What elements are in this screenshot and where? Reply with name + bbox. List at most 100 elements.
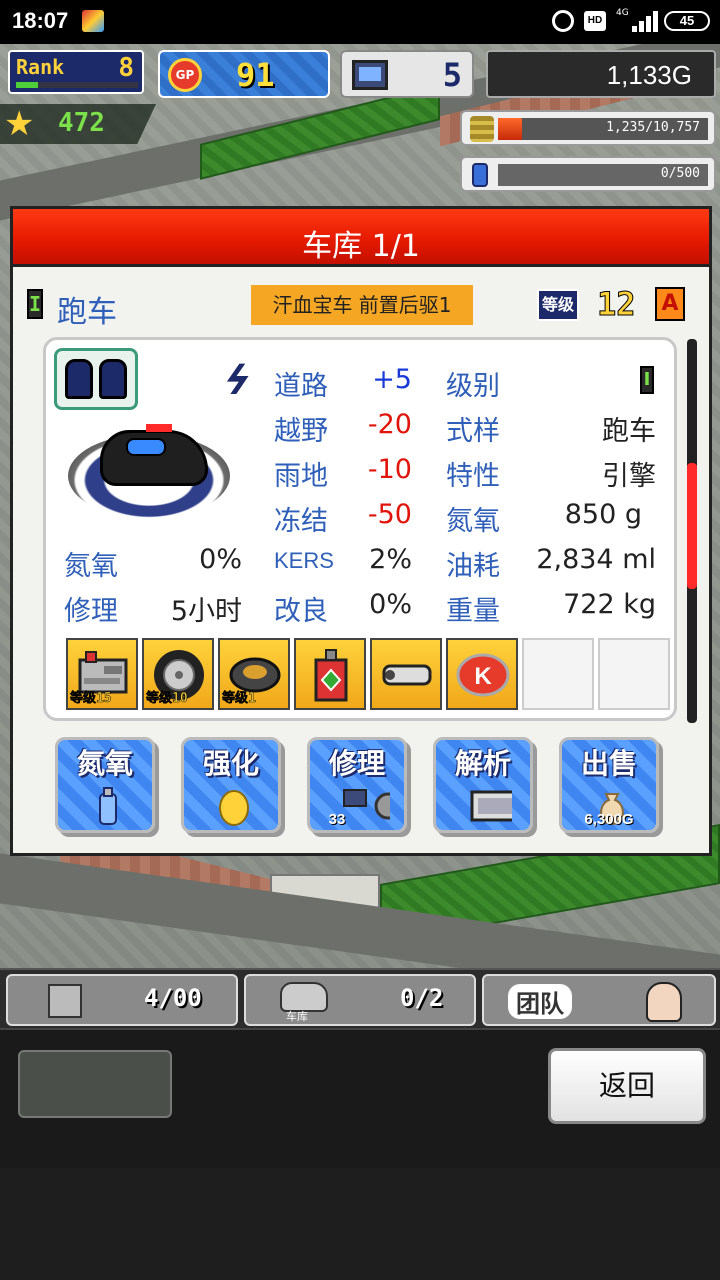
kers-label: KERS: [274, 548, 334, 573]
gp-value: 91: [236, 56, 275, 94]
car-image: [68, 424, 234, 524]
improve-value: 0%: [369, 589, 412, 620]
freeze-value: -50: [367, 499, 412, 530]
dialog-titlebar: 车库 1/1: [13, 209, 709, 267]
crate-icon: [48, 984, 82, 1018]
hd-icon: HD: [584, 11, 606, 31]
computer-icon: [352, 60, 388, 90]
battery-icon: 45: [664, 11, 710, 31]
nitro-bottle-icon: [99, 787, 117, 825]
garage-caption: 车库: [286, 1010, 308, 1023]
part-slot-tire[interactable]: 等级1: [218, 638, 290, 710]
part-level-badge: 等级1: [222, 691, 256, 707]
rank-progress-bar: [16, 82, 138, 88]
repair-count: 33: [328, 811, 346, 828]
part-slot-oil[interactable]: [294, 638, 366, 710]
garage-tab[interactable]: 车库 0/2: [244, 974, 476, 1026]
tire-type-icon[interactable]: [54, 348, 138, 410]
stats-scrollbar[interactable]: [687, 339, 697, 723]
nitro-label: 氮氧: [64, 551, 118, 582]
kers-value: 2%: [369, 544, 412, 575]
gp-panel[interactable]: GP 91: [158, 50, 330, 98]
scrollbar-thumb[interactable]: [687, 463, 697, 589]
muffler-icon: [382, 664, 432, 686]
fuel-bottle-icon: [472, 163, 488, 187]
sell-button[interactable]: 出售 6,300G: [559, 737, 659, 833]
part-slot-emblem[interactable]: K: [446, 638, 518, 710]
nitro-button[interactable]: 氮氧: [55, 737, 155, 833]
part-slot-empty[interactable]: [522, 638, 594, 710]
sell-price: 6,300G: [584, 811, 634, 828]
coin-stack-icon: [470, 116, 494, 142]
network-label: 4G: [616, 8, 629, 18]
rank-panel[interactable]: Rank 8: [8, 50, 144, 94]
system-nav-bar: [0, 1168, 720, 1280]
class-value: I: [640, 366, 654, 394]
storage-value: 4/00: [144, 984, 202, 1012]
weight-label: 重量: [446, 596, 500, 627]
alarm-icon: [552, 10, 574, 32]
signal-icon: 4G: [616, 8, 658, 32]
improve-label: 改良: [274, 596, 328, 627]
garage-dialog: 车库 1/1 I 跑车 汗血宝车 前置后驱1 等级 12 A ϟ 道路 +5 越…: [10, 206, 712, 856]
car-type: 跑车: [57, 295, 117, 330]
k-emblem-icon: K: [456, 653, 510, 697]
dialog-title: 车库 1/1: [302, 229, 420, 264]
lightning-icon: ϟ: [215, 358, 259, 404]
enhance-button-label: 强化: [202, 747, 259, 780]
part-slot-engine[interactable]: 等级15: [66, 638, 138, 710]
nitro-weight-value: 850 g: [564, 499, 642, 530]
status-bar: 18:07 HD 4G 45: [0, 0, 720, 44]
clock: 18:07: [12, 8, 69, 33]
nitro-value: 0%: [199, 544, 242, 575]
enhance-button[interactable]: 强化: [181, 737, 281, 833]
garage-value: 0/2: [400, 984, 444, 1012]
money-panel: 1,133G: [486, 50, 716, 98]
star-icon: ★: [4, 104, 35, 144]
fuel-panel: 0/500: [460, 156, 716, 192]
feature-label: 特性: [446, 461, 500, 492]
research-panel[interactable]: 5: [340, 50, 474, 98]
part-slot-empty[interactable]: [598, 638, 670, 710]
nitro-weight-label: 氮氧: [446, 506, 500, 537]
repair-label: 修理: [64, 596, 118, 627]
coins-panel: 1,235/10,757: [460, 110, 716, 146]
part-slot-wheel[interactable]: 等级10: [142, 638, 214, 710]
storage-tab[interactable]: 4/00: [6, 974, 238, 1026]
analyze-button-label: 解析: [454, 747, 511, 780]
team-label: 团队: [508, 984, 572, 1019]
part-level-badge: 等级10: [146, 691, 188, 707]
coins-bar-text: 1,235/10,757: [606, 120, 700, 135]
style-label: 式样: [446, 416, 500, 447]
info-box: [18, 1050, 172, 1118]
repair-button[interactable]: 修理 33: [307, 737, 407, 833]
fans-panel[interactable]: ★ 472: [0, 104, 156, 144]
fuel-bar-text: 0/500: [660, 166, 700, 181]
repair-button-label: 修理: [328, 747, 385, 780]
golden-egg-icon: [219, 790, 249, 826]
sell-button-label: 出售: [580, 747, 637, 780]
part-level-badge: 等级15: [70, 691, 112, 707]
feature-value: 引擎: [602, 461, 656, 492]
repair-value: 5小时: [170, 596, 242, 627]
car-name[interactable]: 汗血宝车 前置后驱1: [251, 285, 473, 325]
team-tab[interactable]: 团队: [482, 974, 716, 1026]
road-value: +5: [372, 364, 412, 395]
analyze-button[interactable]: 解析: [433, 737, 533, 833]
rain-label: 雨地: [274, 461, 328, 492]
offroad-value: -20: [367, 409, 412, 440]
svg-text:K: K: [474, 663, 492, 690]
fuel-use-value: 2,834 ml: [536, 544, 656, 575]
grade-badge: I: [27, 289, 43, 319]
car-rank-badge: A: [655, 287, 685, 321]
fuel-bar: 0/500: [498, 164, 708, 186]
back-button[interactable]: 返回: [548, 1048, 706, 1124]
bottom-control-area: 返回: [0, 1028, 720, 1168]
staff-avatar: [646, 982, 682, 1022]
money-value: 1,133G: [606, 60, 692, 90]
coins-bar: 1,235/10,757: [498, 118, 708, 140]
bottom-tab-bar: 4/00 车库 0/2 团队: [0, 968, 720, 1028]
road-label: 道路: [274, 371, 328, 402]
part-slot-muffler[interactable]: [370, 638, 442, 710]
style-value: 跑车: [602, 416, 656, 447]
